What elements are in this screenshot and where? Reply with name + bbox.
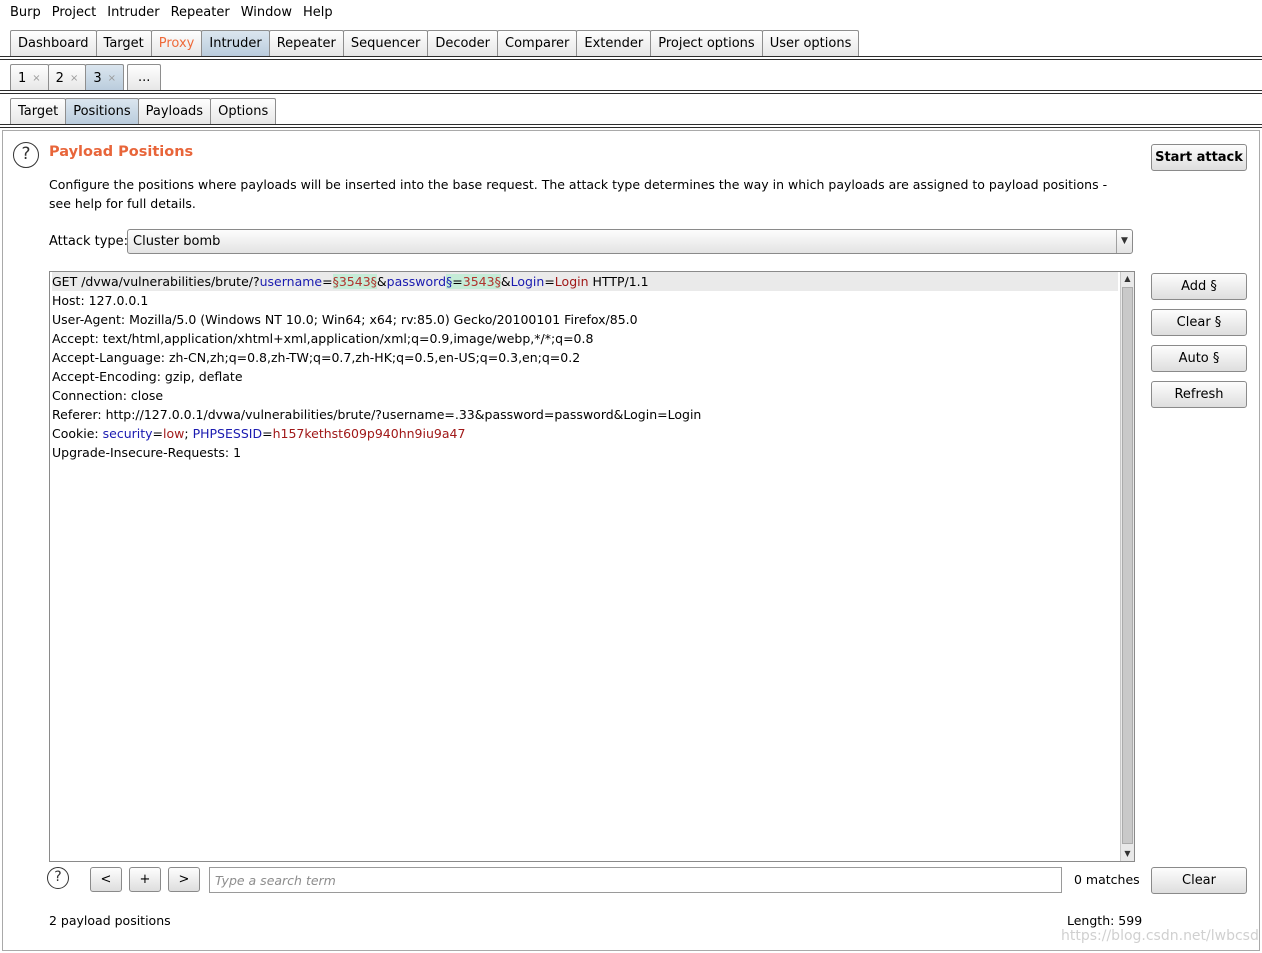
tab-proxy[interactable]: Proxy	[150, 30, 203, 57]
attack-type-select[interactable]: Cluster bomb ▼	[127, 229, 1133, 254]
section-title: Payload Positions	[49, 144, 194, 160]
request-method-path: GET /dvwa/vulnerabilities/brute/?	[52, 274, 260, 289]
section-description: Configure the positions where payloads w…	[49, 177, 1108, 211]
attack-tab-3[interactable]: 3 ×	[85, 64, 125, 91]
request-header: Connection: close	[52, 388, 164, 403]
param-value: Login	[554, 274, 589, 289]
close-icon[interactable]: ×	[108, 66, 116, 91]
attack-tab-1[interactable]: 1 ×	[10, 64, 49, 91]
param-name: password	[386, 274, 447, 289]
menu-bar: Burp Project Intruder Repeater Window He…	[0, 0, 1262, 25]
attack-tab-label: 1	[18, 70, 27, 86]
request-header: User-Agent: Mozilla/5.0 (Windows NT 10.0…	[52, 312, 638, 327]
add-marker-button[interactable]: Add §	[1151, 273, 1247, 300]
cookie-sep: ;	[184, 426, 193, 441]
cookie-value: low	[163, 426, 185, 441]
search-options-button[interactable]: +	[129, 867, 161, 892]
request-header: Upgrade-Insecure-Requests: 1	[52, 445, 242, 460]
payload-positions-count: 2 payload positions	[49, 913, 171, 928]
attack-tab-divider	[0, 90, 1262, 94]
tab-comparer[interactable]: Comparer	[497, 30, 578, 57]
tab-target[interactable]: Target	[95, 30, 152, 57]
cookie-name: PHPSESSID	[192, 426, 263, 441]
editor-scrollbar[interactable]: ▲ ▼	[1120, 272, 1134, 861]
clear-button[interactable]: Clear	[1151, 867, 1247, 894]
attack-tab-new[interactable]: ...	[127, 64, 162, 91]
param-eq: =	[544, 274, 555, 289]
search-help-icon[interactable]: ?	[47, 867, 69, 889]
scrollbar-thumb[interactable]	[1122, 287, 1133, 844]
main-tab-bar: Dashboard Target Proxy Intruder Repeater…	[0, 30, 1262, 57]
attack-tab-label: 3	[93, 70, 102, 86]
tab-extender[interactable]: Extender	[576, 30, 652, 57]
search-next-button[interactable]: >	[168, 867, 200, 892]
auto-marker-button[interactable]: Auto §	[1151, 345, 1247, 372]
tab-intruder[interactable]: Intruder	[201, 30, 270, 57]
attack-tab-2[interactable]: 2 ×	[47, 64, 87, 91]
scroll-down-icon[interactable]: ▼	[1121, 847, 1134, 861]
menu-intruder[interactable]: Intruder	[101, 0, 164, 25]
subtab-positions[interactable]: Positions	[65, 98, 139, 125]
param-eq: =	[322, 274, 333, 289]
main-tab-divider	[0, 56, 1262, 60]
request-header: Accept: text/html,application/xhtml+xml,…	[52, 331, 594, 346]
scroll-up-icon[interactable]: ▲	[1121, 272, 1134, 286]
attack-type-label: Attack type:	[49, 234, 129, 249]
close-icon[interactable]: ×	[70, 66, 78, 91]
attack-type-value: Cluster bomb	[133, 234, 221, 249]
positions-panel: ? Payload Positions Configure the positi…	[2, 130, 1260, 951]
menu-project[interactable]: Project	[46, 0, 101, 25]
cookie-prefix: Cookie:	[52, 426, 103, 441]
attack-tab-bar: 1 × 2 × 3 × ...	[0, 64, 1262, 91]
cookie-name: security	[102, 426, 153, 441]
param-name: username	[259, 274, 323, 289]
subtab-options[interactable]: Options	[210, 98, 277, 125]
chevron-down-icon[interactable]: ▼	[1116, 230, 1132, 253]
menu-repeater[interactable]: Repeater	[165, 0, 235, 25]
request-header-cookie: Cookie: security=low; PHPSESSID=h157keth…	[52, 426, 466, 441]
request-length: Length: 599	[1067, 913, 1143, 928]
refresh-button[interactable]: Refresh	[1151, 381, 1247, 408]
start-attack-button[interactable]: Start attack	[1151, 144, 1247, 171]
help-icon[interactable]: ?	[13, 142, 39, 168]
param-eq: =	[452, 274, 463, 289]
tab-repeater[interactable]: Repeater	[268, 30, 344, 57]
subtab-target[interactable]: Target	[10, 98, 67, 125]
tab-project-options[interactable]: Project options	[650, 30, 763, 57]
menu-burp[interactable]: Burp	[4, 0, 46, 25]
request-header: Accept-Encoding: gzip, deflate	[52, 369, 243, 384]
clear-markers-button[interactable]: Clear §	[1151, 309, 1247, 336]
watermark: https://blog.csdn.net/lwbcsd	[1061, 928, 1259, 944]
request-line: GET /dvwa/vulnerabilities/brute/?usernam…	[52, 272, 1118, 291]
cookie-value: h157kethst609p940hn9iu9a47	[272, 426, 466, 441]
search-matches-count: 0 matches	[1074, 872, 1140, 887]
sub-tab-divider	[0, 124, 1262, 128]
request-header: Accept-Language: zh-CN,zh;q=0.8,zh-TW;q=…	[52, 350, 581, 365]
param-sep: &	[376, 274, 387, 289]
tab-sequencer[interactable]: Sequencer	[342, 30, 429, 57]
sub-tab-bar: Target Positions Payloads Options	[0, 98, 1262, 125]
request-protocol: HTTP/1.1	[588, 274, 649, 289]
tab-dashboard[interactable]: Dashboard	[10, 30, 97, 57]
param-name: Login	[510, 274, 545, 289]
close-icon[interactable]: ×	[32, 66, 40, 91]
menu-window[interactable]: Window	[235, 0, 297, 25]
tab-user-options[interactable]: User options	[761, 30, 860, 57]
subtab-payloads[interactable]: Payloads	[137, 98, 212, 125]
search-input[interactable]	[209, 867, 1062, 893]
request-editor[interactable]: GET /dvwa/vulnerabilities/brute/?usernam…	[49, 271, 1135, 862]
request-header: Host: 127.0.0.1	[52, 293, 149, 308]
tab-decoder[interactable]: Decoder	[427, 30, 499, 57]
param-sep: &	[500, 274, 511, 289]
request-header: Referer: http://127.0.0.1/dvwa/vulnerabi…	[52, 407, 702, 422]
menu-help[interactable]: Help	[297, 0, 338, 25]
payload-position: 3543§	[462, 274, 501, 289]
search-prev-button[interactable]: <	[90, 867, 122, 892]
payload-position: §3543§	[332, 274, 377, 289]
attack-tab-label: 2	[55, 70, 64, 86]
